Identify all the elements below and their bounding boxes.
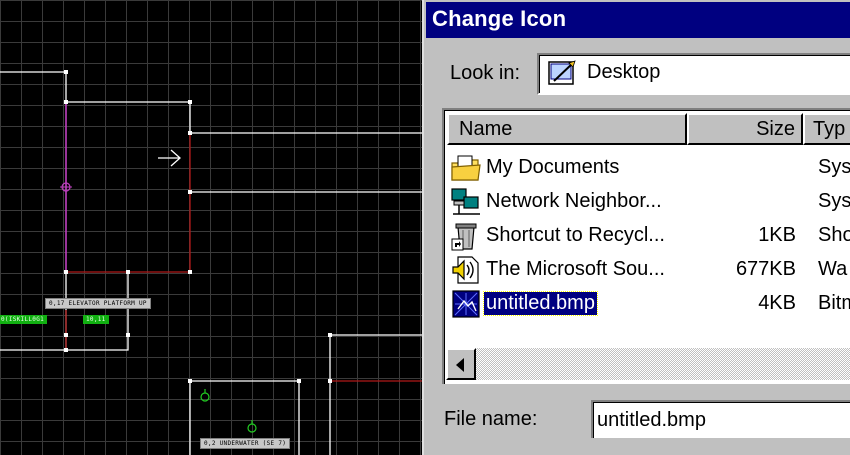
file-name: Network Neighbor... xyxy=(486,190,662,212)
column-header-size[interactable]: Size xyxy=(687,113,803,145)
scroll-track[interactable] xyxy=(476,348,850,380)
change-icon-dialog: Change Icon Look in: Desktop Name Size T… xyxy=(422,0,850,455)
folder-desktop-icon xyxy=(548,60,576,85)
file-name: My Documents xyxy=(486,156,620,178)
sector-label-green-left: 0(ISKILL0G1 xyxy=(0,315,48,324)
file-size: 677KB xyxy=(735,258,796,280)
list-item-selected[interactable]: untitled.bmp 4KB Bitm xyxy=(448,288,850,320)
file-name-input[interactable]: untitled.bmp xyxy=(591,400,850,438)
column-header-type[interactable]: Typ xyxy=(803,113,850,145)
file-type: Sho xyxy=(818,224,850,246)
dialog-title: Change Icon xyxy=(432,6,567,31)
sector-label-underwater: 0,2 UNDERWATER (SE 7) xyxy=(200,438,291,449)
map-editor-viewport[interactable]: 0,17 ELEVATOR PLATFORM UP 0(ISKILL0G1 10… xyxy=(0,0,422,455)
file-type: Bitm xyxy=(818,292,850,314)
sound-file-icon xyxy=(452,256,479,284)
my-documents-icon xyxy=(451,155,481,181)
list-item[interactable]: Shortcut to Recycl... 1KB Sho xyxy=(448,220,850,252)
file-name: Shortcut to Recycl... xyxy=(486,224,665,246)
horizontal-scrollbar[interactable] xyxy=(446,348,850,380)
file-type: Sys xyxy=(818,156,850,178)
arrow-left-icon xyxy=(456,358,464,372)
file-size: 4KB xyxy=(758,292,796,314)
file-name-value: untitled.bmp xyxy=(597,409,706,431)
file-type: Wa xyxy=(818,258,848,280)
dialog-title-bar[interactable]: Change Icon xyxy=(426,2,850,38)
scroll-left-button[interactable] xyxy=(446,348,476,380)
file-name: The Microsoft Sou... xyxy=(486,258,665,280)
sector-label-green-right: 10,11 xyxy=(83,315,109,324)
file-list[interactable]: Name Size Typ My Documents Sys Network N… xyxy=(442,108,850,384)
map-lines xyxy=(0,70,422,455)
sector-label-elevator: 0,17 ELEVATOR PLATFORM UP xyxy=(45,298,151,309)
look-in-dropdown[interactable]: Desktop xyxy=(537,53,850,95)
column-header-name[interactable]: Name xyxy=(447,113,687,145)
list-item[interactable]: My Documents Sys xyxy=(448,152,850,184)
file-name: untitled.bmp xyxy=(483,291,598,316)
list-item[interactable]: Network Neighbor... Sys xyxy=(448,186,850,218)
file-size: 1KB xyxy=(758,224,796,246)
bitmap-file-icon xyxy=(452,290,480,318)
file-type: Sys xyxy=(818,190,850,212)
file-name-label: File name: xyxy=(444,408,538,430)
shortcut-recycle-icon xyxy=(451,223,477,251)
look-in-label: Look in: xyxy=(450,62,521,84)
network-neighborhood-icon xyxy=(451,188,480,215)
look-in-value: Desktop xyxy=(587,61,661,83)
list-item[interactable]: The Microsoft Sou... 677KB Wa xyxy=(448,254,850,286)
